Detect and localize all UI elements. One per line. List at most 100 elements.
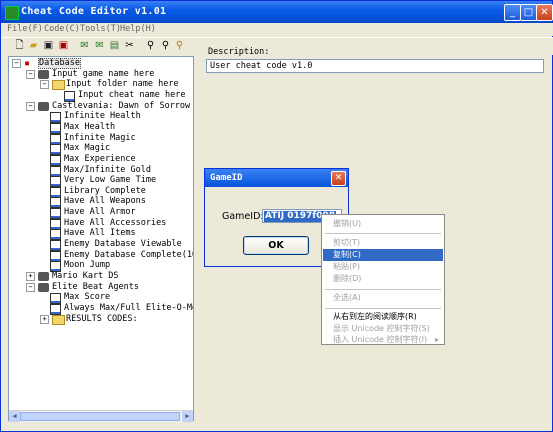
menu-file[interactable]: File(F) (7, 24, 43, 34)
expand-icon[interactable]: + (40, 314, 49, 324)
menu-copy[interactable]: 复制(C) (323, 249, 443, 261)
cheat-code-icon (50, 165, 61, 177)
game-icon (38, 272, 49, 281)
tree-item-label: Have All Accessories (64, 217, 167, 228)
expand-icon[interactable]: + (26, 272, 35, 281)
collapse-icon[interactable]: − (40, 80, 49, 90)
folder-icon (52, 314, 65, 325)
scroll-right-icon[interactable]: ▶ (182, 411, 193, 422)
game-icon (38, 101, 49, 111)
tree-item-label: Enemy Database Viewable (64, 239, 182, 250)
window-title: Cheat Code Editor v1.01 (21, 6, 167, 17)
tree-item-label: Max Health (64, 121, 116, 132)
tree-item-label: Always Max/Full Elite-O-Meter (64, 302, 193, 313)
open-icon[interactable]: ▰ (27, 39, 40, 52)
tree-item-label: Max Magic (64, 143, 111, 154)
tree-item-label: Mario Kart DS (52, 271, 119, 281)
menu-insert-unicode[interactable]: 插入 Unicode 控制字符(I) ▸ (323, 334, 443, 346)
dialog-close-button[interactable]: ✕ (331, 171, 346, 186)
tree-item-label: Moon Jump (64, 260, 111, 271)
menu-cut[interactable]: 剪切(T) (323, 237, 443, 249)
cheat-code-icon (50, 240, 61, 252)
save-as-icon[interactable]: ▣ (57, 39, 70, 52)
description-label: Description: (208, 47, 270, 57)
cheat-code-icon (50, 133, 61, 145)
tree-item-label: Infinite Health (64, 111, 141, 122)
save-icon[interactable]: ▣ (42, 39, 55, 52)
close-button[interactable]: ✕ (536, 4, 553, 21)
binoculars-icon[interactable]: ⚲ (144, 39, 157, 52)
collapse-icon[interactable]: − (12, 59, 21, 68)
tree-item-label: Enemy Database Complete(100% Sou (64, 249, 193, 260)
menu-undo[interactable]: 撤销(U) (323, 218, 443, 230)
cheat-tree[interactable]: − ▪ Database − Input game name here − Input fo… (8, 56, 194, 421)
menu-code[interactable]: Code(C) (44, 24, 80, 34)
submenu-arrow-icon: ▸ (434, 335, 439, 344)
tree-item-label: Have All Items (64, 228, 136, 239)
cheat-code-icon (50, 208, 61, 220)
tree-item-label: Elite Beat Agents (52, 281, 139, 292)
cheat-code-icon (50, 303, 61, 315)
tree-item-label: RESULTS CODES: (66, 313, 138, 324)
folder-icon (52, 80, 65, 91)
cheat-code-icon (50, 154, 61, 166)
main-window: Cheat Code Editor v1.01 _ □ ✕ File(F) Co… (0, 0, 553, 432)
cheat-code-icon (50, 122, 61, 134)
description-field[interactable]: User cheat code v1.0 (206, 59, 544, 73)
ok-button[interactable]: OK (243, 236, 309, 255)
tree-horizontal-scrollbar[interactable]: ◀ ▶ (9, 410, 193, 422)
tree-item-label: Database (38, 58, 81, 69)
menu-delete[interactable]: 删除(D) (323, 273, 443, 285)
tree-item-label: Max/Infinite Gold (64, 164, 151, 175)
menu-tools[interactable]: Tools(T) (80, 24, 121, 34)
context-menu: 撤销(U) 剪切(T) 复制(C) 粘贴(P) 删除(D) 全选(A) 从右到左… (321, 214, 445, 345)
tree-item-label: Max Score (64, 292, 111, 303)
cheat-code-icon (50, 218, 61, 230)
add-code-icon[interactable]: ▤ (108, 39, 121, 52)
minimize-button[interactable]: _ (504, 4, 521, 21)
game-icon (38, 69, 49, 79)
collapse-icon[interactable]: − (26, 69, 35, 79)
scroll-left-icon[interactable]: ◀ (9, 411, 20, 422)
menu-separator (325, 308, 441, 309)
tree-item-label: Castlevania: Dawn of Sorrow (52, 100, 191, 111)
tree-item-label: Max Experience (64, 153, 136, 164)
collapse-icon[interactable]: − (26, 282, 35, 292)
title-bar[interactable]: Cheat Code Editor v1.01 _ □ ✕ (1, 1, 553, 23)
new-icon[interactable]: 🗋 (13, 39, 26, 52)
find-next-icon[interactable]: ⚲ (173, 39, 186, 52)
menu-separator (325, 289, 441, 290)
cheat-code-icon (50, 144, 61, 156)
maximize-button[interactable]: □ (520, 4, 537, 21)
cheat-code-icon (50, 112, 61, 124)
app-icon (5, 6, 19, 20)
cheat-code-icon (50, 197, 61, 209)
cheat-code-icon (50, 293, 61, 305)
menu-select-all[interactable]: 全选(A) (323, 292, 443, 304)
menu-help[interactable]: Help(H) (120, 24, 156, 34)
tree-item-label: Infinite Magic (64, 132, 136, 143)
dialog-title-bar[interactable]: GameID ✕ (205, 169, 348, 187)
find-icon[interactable]: ⚲ (159, 39, 172, 52)
menu-bar: File(F) Code(C) Tools(T) Help(H) (2, 23, 553, 36)
tree-item-label: Have All Armor (64, 207, 136, 218)
tree-item-label: Input folder name here (66, 79, 179, 90)
add-game-icon[interactable]: ✉ (78, 39, 91, 52)
gameid-label: GameID: (222, 211, 264, 222)
cheat-code-icon (50, 250, 61, 262)
menu-separator (325, 233, 441, 234)
game-icon (38, 282, 49, 292)
scroll-thumb[interactable] (20, 412, 180, 421)
toolbar: 🗋 ▰ ▣ ▣ ✉ ✉ ▤ ✂ ⚲ ⚲ ⚲ (2, 37, 553, 55)
menu-insert-unicode-label: 插入 Unicode 控制字符(I) (333, 335, 428, 344)
tree-item-label: Input cheat name here (78, 89, 186, 100)
tree-item-label: Very Low Game Time (64, 175, 157, 186)
collapse-icon[interactable]: − (26, 101, 35, 111)
tree-item-label: Input game name here (52, 68, 155, 79)
menu-rtl-reading[interactable]: 从右到左的阅读顺序(R) (323, 311, 443, 323)
menu-paste[interactable]: 粘贴(P) (323, 261, 443, 273)
cut-icon[interactable]: ✂ (123, 39, 136, 52)
add-folder-icon[interactable]: ✉ (93, 39, 106, 52)
cheat-code-icon (50, 176, 61, 188)
tree-item-label: Have All Weapons (64, 196, 146, 207)
